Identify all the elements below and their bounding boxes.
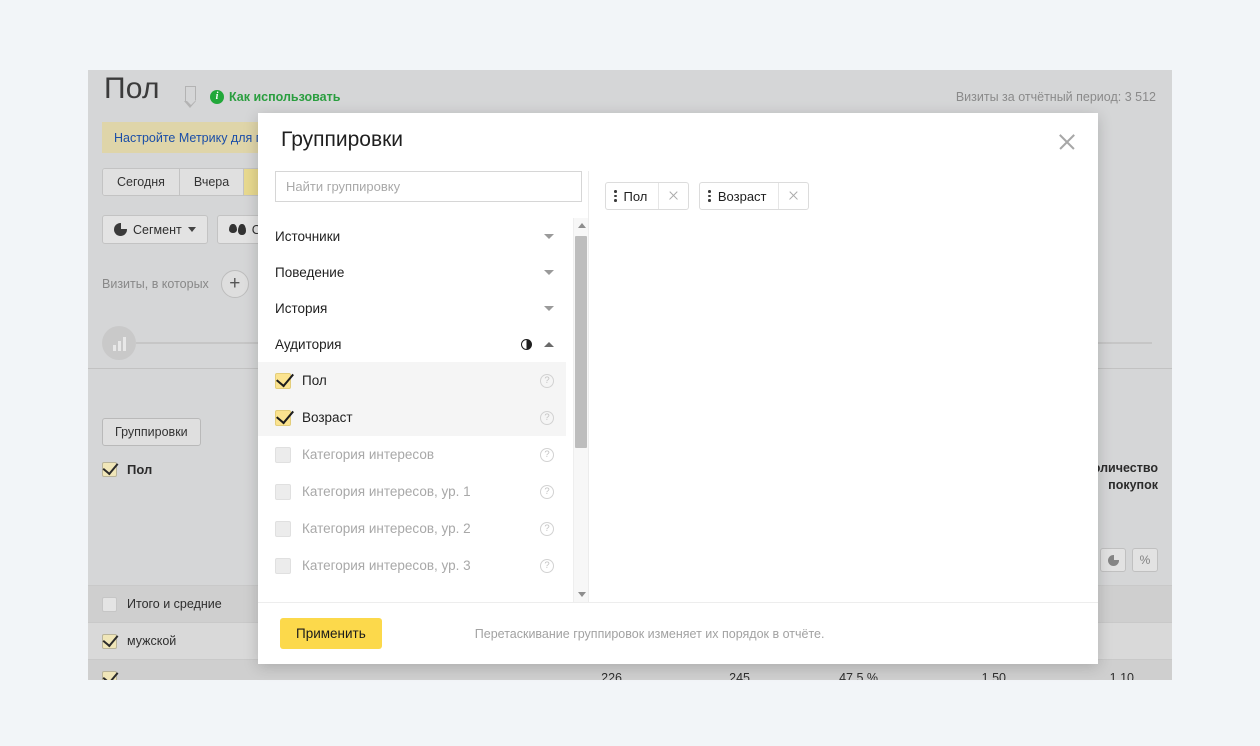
selected-chip-age[interactable]: Возраст (699, 182, 809, 210)
selected-chips: Пол Возраст (605, 182, 1082, 210)
plus-circle-icon[interactable]: + (220, 270, 249, 298)
selected-chip-gender[interactable]: Пол (605, 182, 690, 210)
pie-chart-icon[interactable] (1100, 548, 1126, 572)
selected-groupings-panel: Пол Возраст (588, 171, 1098, 602)
question-icon[interactable]: ? (540, 373, 554, 388)
category-label: История (275, 300, 328, 316)
close-icon[interactable] (658, 183, 688, 209)
segment-button-label: Сегмент (133, 222, 182, 237)
search-wrap (275, 171, 588, 218)
dialog-footer: Применить Перетаскивание группировок изм… (258, 602, 1098, 664)
item-label: Возраст (302, 410, 353, 425)
row-checkbox[interactable] (102, 670, 117, 680)
item-checkbox[interactable] (275, 483, 291, 500)
scroll-down-arrow-icon[interactable] (574, 587, 588, 602)
item-label: Пол (302, 373, 327, 388)
half-circle-icon (521, 338, 532, 350)
chip-label: Пол (623, 188, 648, 204)
table-header-checkbox[interactable] (102, 462, 117, 477)
close-icon[interactable] (1056, 131, 1078, 153)
grouping-item-gender[interactable]: Пол ? (258, 362, 566, 399)
item-label: Категория интересов (302, 447, 434, 462)
chevron-down-icon (544, 233, 554, 239)
date-tab-yesterday[interactable]: Вчера (179, 169, 245, 195)
drag-handle-icon[interactable] (606, 190, 623, 202)
bookmark-icon[interactable] (184, 86, 197, 108)
groupings-picker-panel: Источники Поведение История Аудитория (258, 171, 588, 602)
how-to-use-label: Как использовать (229, 90, 341, 104)
metric-column-tools: % (1100, 548, 1158, 572)
apply-button[interactable]: Применить (280, 618, 382, 649)
percent-icon[interactable]: % (1132, 548, 1158, 572)
row-checkbox[interactable] (102, 596, 117, 612)
search-input[interactable] (275, 171, 582, 202)
pie-chart-icon (114, 222, 128, 236)
scrollbar-thumb[interactable] (575, 236, 587, 448)
chip-label: Возраст (717, 188, 767, 204)
item-checkbox[interactable] (275, 520, 291, 537)
chevron-down-icon (187, 227, 196, 232)
category-label: Аудитория (275, 336, 342, 352)
grouping-item-interest-category-l2[interactable]: Категория интересов, ур. 2 ? (258, 510, 566, 547)
page-title: Пол (104, 72, 160, 105)
category-sources[interactable]: Источники (258, 218, 566, 254)
dialog-title: Группировки (281, 128, 404, 151)
scroll-up-arrow-icon[interactable] (574, 218, 588, 233)
grouping-item-interest-category-l1[interactable]: Категория интересов, ур. 1 ? (258, 473, 566, 510)
bar-chart-icon[interactable] (102, 326, 136, 360)
chevron-down-icon (544, 305, 554, 311)
compare-drops-icon (228, 224, 246, 235)
how-to-use-link[interactable]: i Как использовать (210, 90, 340, 104)
item-checkbox[interactable] (275, 409, 291, 426)
question-icon[interactable]: ? (540, 410, 554, 425)
visits-filter-row: Визиты, в которых + (102, 270, 249, 298)
table-header-row: Пол (102, 462, 152, 477)
info-circle-icon: i (210, 90, 224, 104)
list-scrollbar[interactable] (573, 218, 588, 602)
item-label: Категория интересов, ур. 2 (302, 521, 471, 536)
date-tab-today[interactable]: Сегодня (103, 169, 180, 195)
grouping-item-interest-category-l3[interactable]: Категория интересов, ур. 3 ? (258, 547, 566, 584)
category-history[interactable]: История (258, 290, 566, 326)
grouping-item-age[interactable]: Возраст ? (258, 399, 566, 436)
row-cell: 1,10 (1109, 671, 1134, 680)
row-label: Итого и средние (127, 597, 222, 611)
visits-summary: Визиты за отчётный период: 3 512 (955, 90, 1156, 104)
chevron-down-icon (544, 269, 554, 275)
item-checkbox[interactable] (275, 446, 291, 463)
question-icon[interactable]: ? (540, 521, 554, 536)
row-cell: 226 (601, 671, 622, 680)
item-label: Категория интересов, ур. 1 (302, 484, 471, 499)
footer-hint: Перетаскивание группировок изменяет их п… (474, 626, 825, 641)
category-label: Источники (275, 228, 341, 244)
item-checkbox[interactable] (275, 557, 291, 574)
dialog-body: Источники Поведение История Аудитория (258, 171, 1098, 602)
groupings-list-inner: Источники Поведение История Аудитория По… (258, 218, 566, 602)
visits-filter-label: Визиты, в которых (102, 277, 209, 291)
groupings-button[interactable]: Группировки (102, 418, 201, 446)
question-icon[interactable]: ? (540, 447, 554, 462)
row-cell: 47,5 % (839, 671, 878, 680)
category-label: Поведение (275, 264, 345, 280)
groupings-list: Источники Поведение История Аудитория По… (258, 218, 588, 602)
row-cell: 1,50 (981, 671, 1006, 680)
groupings-dialog: Группировки Источники Поведение (258, 113, 1098, 664)
row-label: мужской (127, 634, 177, 648)
table-header-label: Пол (127, 462, 153, 477)
drag-handle-icon[interactable] (700, 190, 717, 202)
question-icon[interactable]: ? (540, 484, 554, 499)
page-header: Пол i Как использовать Визиты за отчётны… (88, 70, 1172, 115)
item-label: Категория интересов, ур. 3 (302, 558, 471, 573)
grouping-item-interest-category[interactable]: Категория интересов ? (258, 436, 566, 473)
close-icon[interactable] (777, 183, 808, 209)
item-checkbox[interactable] (275, 372, 291, 389)
question-icon[interactable]: ? (540, 558, 554, 573)
category-audience[interactable]: Аудитория (258, 326, 566, 362)
dialog-header: Группировки (258, 113, 1098, 171)
chevron-up-icon (544, 341, 554, 347)
row-checkbox[interactable] (102, 633, 117, 649)
segment-button[interactable]: Сегмент (102, 215, 208, 244)
category-behavior[interactable]: Поведение (258, 254, 566, 290)
row-cell: 245 (729, 671, 750, 680)
